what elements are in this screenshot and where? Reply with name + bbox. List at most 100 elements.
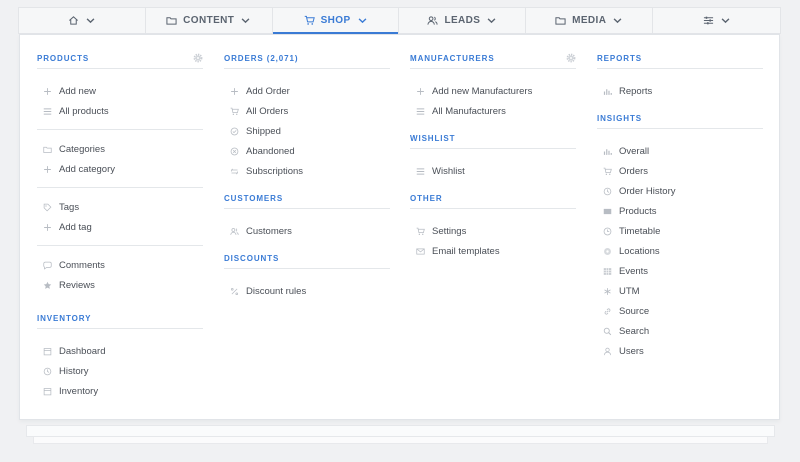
- menu-item-dashboard[interactable]: Dashboard: [37, 341, 203, 361]
- menu-item-label: Add category: [59, 163, 115, 175]
- menu-item-categories[interactable]: Categories: [37, 139, 203, 159]
- pin-icon: [604, 247, 611, 255]
- folder-icon: [166, 17, 177, 25]
- menu-item-label: Search: [619, 325, 650, 337]
- nav-tab-sliders[interactable]: [653, 8, 780, 33]
- menu-item-reports[interactable]: Reports: [597, 81, 763, 101]
- menu-item-users[interactable]: Users: [597, 341, 763, 361]
- menu-item-label: History: [59, 365, 89, 377]
- menu-item-order-history[interactable]: Order History: [597, 181, 763, 201]
- chevron-down-icon: [358, 18, 366, 24]
- menu-item-overall[interactable]: Overall: [597, 141, 763, 161]
- plus-icon: [44, 87, 51, 95]
- menu-item-search[interactable]: Search: [597, 321, 763, 341]
- chevron-down-icon: [86, 18, 95, 24]
- menu-column-1: PRODUCTS Add new All products Categories Ad…: [37, 49, 203, 401]
- menu-item-shipped[interactable]: Shipped: [224, 121, 390, 141]
- section-title-customers: CUSTOMERS: [224, 194, 284, 203]
- menu-item-label: Dashboard: [59, 345, 106, 357]
- search-icon: [603, 327, 612, 335]
- menu-item-subscriptions[interactable]: Subscriptions: [224, 161, 390, 181]
- menu-item-abandoned[interactable]: Abandoned: [224, 141, 390, 161]
- menu-item-all-manufacturers[interactable]: All Manufacturers: [410, 101, 576, 121]
- users-icon: [427, 16, 439, 25]
- wishlist-section: WISHLIST Wishlist: [410, 129, 576, 181]
- menu-item-discount-rules[interactable]: Discount rules: [224, 281, 390, 301]
- menu-item-add-tag[interactable]: Add tag: [37, 217, 203, 237]
- mail-icon: [416, 248, 425, 254]
- menu-item-history[interactable]: History: [37, 361, 203, 381]
- nav-tab-leads[interactable]: LEADS: [399, 8, 527, 33]
- menu-item-label: All Orders: [246, 105, 289, 117]
- orders-section: ORDERS (2,071) Add Order All Orders Shippe…: [224, 49, 390, 181]
- menu-item-inventory[interactable]: Inventory: [37, 381, 203, 401]
- menu-item-add-new-manufacturers[interactable]: Add new Manufacturers: [410, 81, 576, 101]
- menu-column-3: MANUFACTURERS Add new Manufacturers All M…: [410, 49, 576, 261]
- tag-icon: [43, 203, 52, 211]
- nav-tab-label: LEADS: [444, 15, 481, 26]
- nav-tab-label: MEDIA: [572, 15, 607, 26]
- menu-item-add-category[interactable]: Add category: [37, 159, 203, 179]
- menu-item-all-products[interactable]: All products: [37, 101, 203, 121]
- gear-icon[interactable]: [193, 53, 203, 65]
- menu-item-orders[interactable]: Orders: [597, 161, 763, 181]
- section-title-insights: INSIGHTS: [597, 114, 642, 123]
- section-title-manufacturers: MANUFACTURERS: [410, 54, 495, 63]
- menu-item-label: Timetable: [619, 225, 661, 237]
- nav-tab-media[interactable]: MEDIA: [526, 8, 654, 33]
- menu-item-add-new[interactable]: Add new: [37, 81, 203, 101]
- menu-item-settings[interactable]: Settings: [410, 221, 576, 241]
- menu-item-tags[interactable]: Tags: [37, 197, 203, 217]
- menu-item-timetable[interactable]: Timetable: [597, 221, 763, 241]
- menu-item-reviews[interactable]: Reviews: [37, 275, 203, 295]
- menu-item-label: Add tag: [59, 221, 92, 233]
- plus-icon: [44, 223, 51, 231]
- calendar-icon: [43, 347, 52, 355]
- customers-section: CUSTOMERS Customers: [224, 189, 390, 241]
- gear-icon: [193, 53, 203, 62]
- star-icon: [43, 281, 52, 289]
- history-icon: [43, 367, 52, 375]
- menu-item-email-templates[interactable]: Email templates: [410, 241, 576, 261]
- menu-item-comments[interactable]: Comments: [37, 255, 203, 275]
- menu-item-label: Events: [619, 265, 649, 277]
- menu-item-label: Shipped: [246, 125, 281, 137]
- menu-item-label: Locations: [619, 245, 660, 257]
- section-header-customers: CUSTOMERS: [224, 189, 390, 209]
- products-group: Add new All products: [37, 81, 203, 121]
- menu-item-events[interactable]: Events: [597, 261, 763, 281]
- manufacturers-section: MANUFACTURERS Add new Manufacturers All M…: [410, 49, 576, 121]
- section-title-products: PRODUCTS: [37, 54, 90, 63]
- list-icon: [416, 107, 425, 115]
- menu-item-label: Customers: [246, 225, 292, 237]
- chevron-down-icon: [241, 18, 250, 24]
- discounts-section: DISCOUNTS Discount rules: [224, 249, 390, 301]
- other-section: OTHER Settings Email templates: [410, 189, 576, 261]
- nav-tab-home[interactable]: [19, 8, 146, 33]
- list-icon: [416, 167, 425, 175]
- home-icon: [68, 16, 78, 25]
- nav-tab-shop[interactable]: SHOP: [272, 8, 400, 34]
- menu-item-source[interactable]: Source: [597, 301, 763, 321]
- menu-item-customers[interactable]: Customers: [224, 221, 390, 241]
- menu-item-wishlist[interactable]: Wishlist: [410, 161, 576, 181]
- menu-item-label: Reports: [619, 85, 653, 97]
- plus-icon: [44, 165, 51, 173]
- menu-item-utm[interactable]: UTM: [597, 281, 763, 301]
- x-circle-icon: [230, 147, 239, 155]
- plus-icon: [417, 87, 424, 95]
- menu-item-products[interactable]: Products: [597, 201, 763, 221]
- menu-item-label: Subscriptions: [246, 165, 304, 177]
- nav-tab-content[interactable]: CONTENT: [146, 8, 273, 33]
- chevron-down-icon: [487, 18, 496, 24]
- history-icon: [603, 187, 612, 195]
- grid-icon: [603, 267, 612, 275]
- menu-item-label: Users: [619, 345, 644, 357]
- section-title-orders: ORDERS (2,071): [224, 54, 299, 63]
- gear-icon[interactable]: [566, 53, 576, 65]
- check-circle-icon: [230, 127, 239, 135]
- menu-item-locations[interactable]: Locations: [597, 241, 763, 261]
- menu-item-all-orders[interactable]: All Orders: [224, 101, 390, 121]
- menu-item-add-order[interactable]: Add Order: [224, 81, 390, 101]
- menu-item-label: Wishlist: [432, 165, 465, 177]
